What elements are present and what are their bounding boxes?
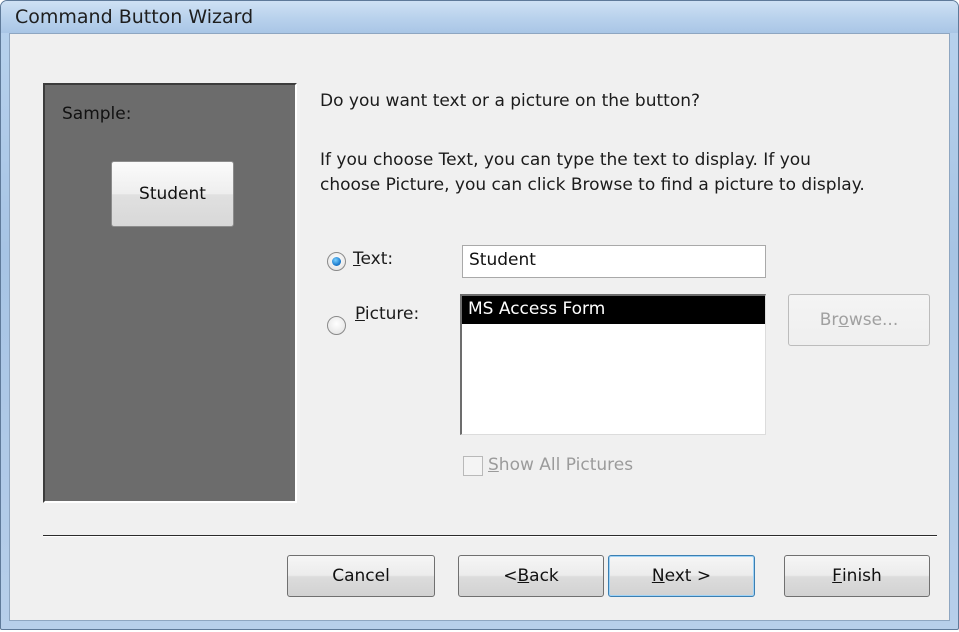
sample-panel: Sample: Student [43,83,297,503]
sample-button-preview: Student [111,161,234,227]
back-label-pre: < [503,566,518,586]
title-bar[interactable]: Command Button Wizard [1,1,958,33]
picture-listbox[interactable]: MS Access Form [460,294,766,435]
next-button[interactable]: Next > [608,555,755,597]
browse-button[interactable]: Br o wse... [788,294,930,346]
text-option-label[interactable]: Text: [353,249,393,269]
window-title: Command Button Wizard [15,6,254,28]
button-text-input[interactable]: Student [462,245,766,278]
radio-selected-dot [332,257,341,266]
cancel-button[interactable]: Cancel [287,555,435,597]
back-button[interactable]: < Back [458,555,604,597]
browse-mnemonic: o [838,310,849,330]
finish-label-post: inish [841,566,882,586]
browse-label-post: wse... [848,310,899,330]
picture-option-label-rest: icture: [364,304,420,324]
sample-label: Sample: [62,104,132,124]
footer-divider [43,535,937,537]
show-all-pictures-checkbox[interactable] [463,456,483,476]
back-mnemonic: B [517,566,530,586]
next-label-post: ext > [664,566,712,586]
text-option-label-rest: ext: [360,249,394,269]
finish-button[interactable]: Finish [784,555,930,597]
show-all-pictures-label[interactable]: Show All Pictures [488,455,633,475]
wizard-window: Command Button Wizard Sample: Student Do… [0,0,959,630]
text-option-mnemonic: T [353,249,361,269]
picture-option-label[interactable]: Picture: [355,304,419,324]
picture-option-mnemonic: P [355,304,365,324]
instructions-line-2: choose Picture, you can click Browse to … [320,175,865,195]
next-mnemonic: N [651,566,665,586]
instructions-line-1: If you choose Text, you can type the tex… [320,150,811,170]
finish-mnemonic: F [832,566,842,586]
picture-option-radio[interactable] [327,316,346,335]
browse-label-pre: Br [819,310,839,330]
text-option-radio[interactable] [327,252,346,271]
show-all-mnemonic: S [488,455,499,475]
show-all-label-rest: how All Pictures [498,455,634,475]
question-text: Do you want text or a picture on the but… [320,91,701,111]
back-label-post: ack [529,566,559,586]
wizard-body: Sample: Student Do you want text or a pi… [9,33,950,621]
picture-list-item[interactable]: MS Access Form [462,296,765,324]
